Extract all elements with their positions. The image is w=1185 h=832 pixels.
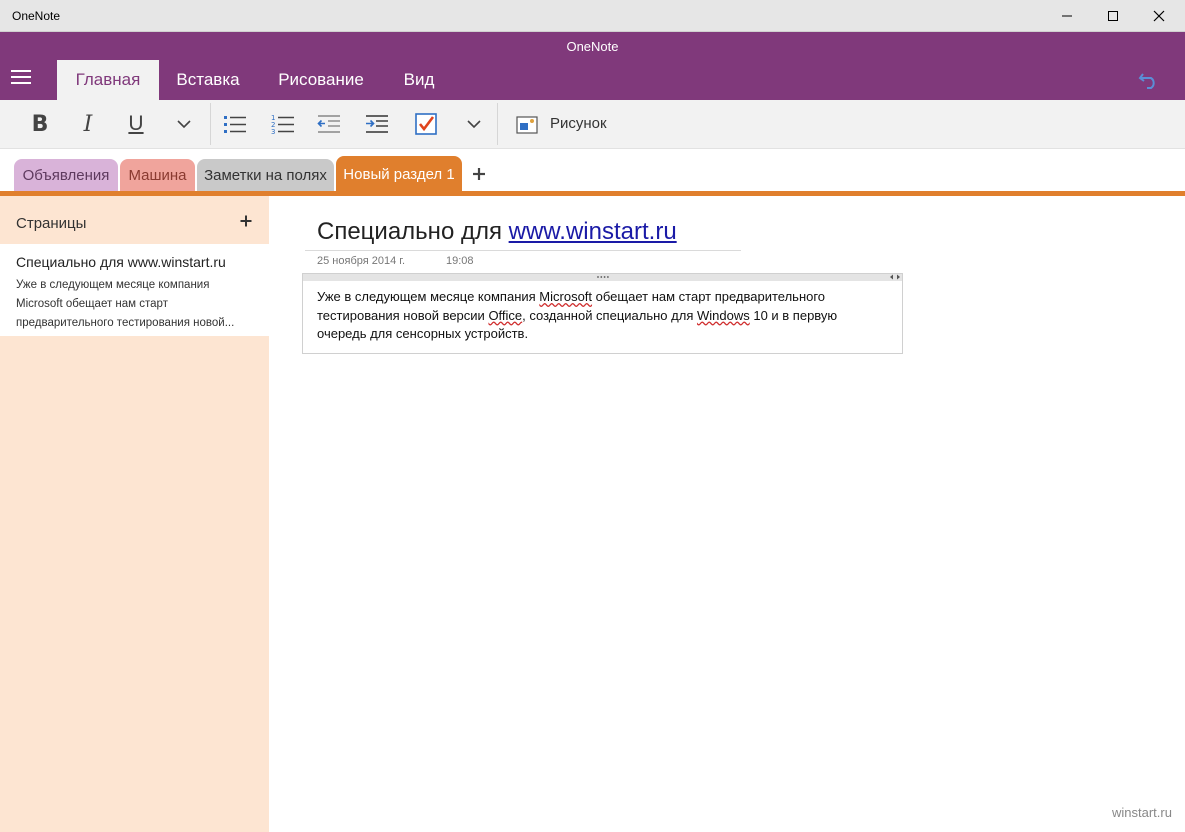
watermark: winstart.ru: [1112, 805, 1172, 820]
undo-icon[interactable]: [1138, 70, 1160, 90]
ribbon-separator: [210, 103, 211, 145]
page-title-text: Специально для: [317, 218, 509, 245]
resize-arrows-icon[interactable]: [889, 274, 901, 280]
picture-icon: [516, 116, 538, 134]
numbered-list-button[interactable]: 1 2 3: [266, 107, 298, 141]
add-page-icon[interactable]: [240, 215, 252, 227]
increase-indent-icon: [366, 115, 388, 133]
bullet-list-button[interactable]: [218, 107, 250, 141]
ribbon-separator: [497, 103, 498, 145]
page-date: 25 ноября 2014 г.: [317, 255, 405, 267]
close-window-button[interactable]: [1136, 0, 1182, 32]
hamburger-menu-icon[interactable]: [11, 70, 31, 88]
page-title-link[interactable]: www.winstart.ru: [509, 218, 677, 245]
increase-indent-button[interactable]: [361, 107, 393, 141]
chevron-down-icon: [177, 120, 191, 129]
spellcheck-word[interactable]: Microsoft: [539, 289, 592, 304]
insert-picture-button[interactable]: [512, 107, 542, 141]
title-underline-rule: [305, 250, 741, 251]
section-tab-car[interactable]: Машина: [120, 159, 195, 191]
section-tab-side-notes[interactable]: Заметки на полях: [197, 159, 334, 191]
tab-view[interactable]: Вид: [390, 60, 448, 100]
italic-button[interactable]: I: [72, 107, 104, 141]
note-container[interactable]: Уже в следующем месяце компания Microsof…: [302, 273, 903, 354]
ribbon-toolbar: B I U 1 2 3 Рисунок: [0, 100, 1185, 149]
minimize-button[interactable]: [1044, 0, 1090, 32]
pages-header-label: Страницы: [16, 215, 87, 232]
window-titlebar: OneNote: [0, 0, 1185, 32]
maximize-button[interactable]: [1090, 0, 1136, 32]
chevron-down-icon: [467, 120, 481, 129]
tab-draw[interactable]: Рисование: [262, 60, 380, 100]
spellcheck-word[interactable]: Office: [488, 308, 522, 323]
note-canvas[interactable]: Специально для www.winstart.ru 25 ноября…: [269, 196, 1185, 832]
note-container-handle[interactable]: [303, 274, 902, 281]
pages-pane: Страницы Специально для www.winstart.ru …: [0, 196, 269, 832]
underline-button[interactable]: U: [120, 107, 152, 141]
section-tab-new-section-1[interactable]: Новый раздел 1: [336, 156, 462, 192]
page-list-item[interactable]: Специально для www.winstart.ru Уже в сле…: [0, 244, 269, 336]
maximize-icon: [1108, 11, 1118, 21]
note-text-run: Уже в следующем месяце компания: [317, 289, 540, 304]
section-tabs-bar: Объявления Машина Заметки на полях Новый…: [0, 149, 1185, 196]
drag-handle-icon: [597, 276, 609, 278]
tags-dropdown-button[interactable]: [460, 107, 488, 141]
pages-header: Страницы: [0, 196, 269, 244]
decrease-indent-icon: [317, 115, 340, 133]
page-time: 19:08: [446, 255, 474, 267]
tab-home[interactable]: Главная: [57, 60, 159, 100]
checkbox-checked-icon: [415, 113, 437, 135]
font-format-dropdown-button[interactable]: [170, 107, 198, 141]
section-tab-announcements[interactable]: Объявления: [14, 159, 118, 191]
bold-button[interactable]: B: [24, 107, 56, 141]
close-icon: [1153, 10, 1165, 22]
window-title: OneNote: [12, 9, 61, 23]
bullet-list-icon: [224, 116, 246, 133]
numbered-list-icon: 1 2 3: [271, 114, 294, 135]
page-list-item-snippet: Уже в следующем месяце компания Microsof…: [16, 279, 235, 329]
decrease-indent-button[interactable]: [313, 107, 345, 141]
app-title: OneNote: [566, 39, 619, 54]
note-body-text[interactable]: Уже в следующем месяце компания Microsof…: [317, 288, 887, 344]
svg-text:3: 3: [271, 128, 275, 135]
minimize-icon: [1062, 15, 1072, 17]
add-section-icon[interactable]: [470, 165, 488, 183]
note-text-run: , созданной специально для: [522, 307, 697, 323]
tab-insert[interactable]: Вставка: [162, 60, 254, 100]
insert-picture-label[interactable]: Рисунок: [550, 115, 607, 132]
spellcheck-word[interactable]: Windows: [697, 308, 750, 323]
page-list-item-title: Специально для www.winstart.ru: [16, 254, 226, 270]
page-title[interactable]: Специально для www.winstart.ru: [317, 218, 677, 246]
todo-tag-button[interactable]: [409, 107, 443, 141]
app-header: OneNote Главная Вставка Рисование Вид: [0, 32, 1185, 100]
